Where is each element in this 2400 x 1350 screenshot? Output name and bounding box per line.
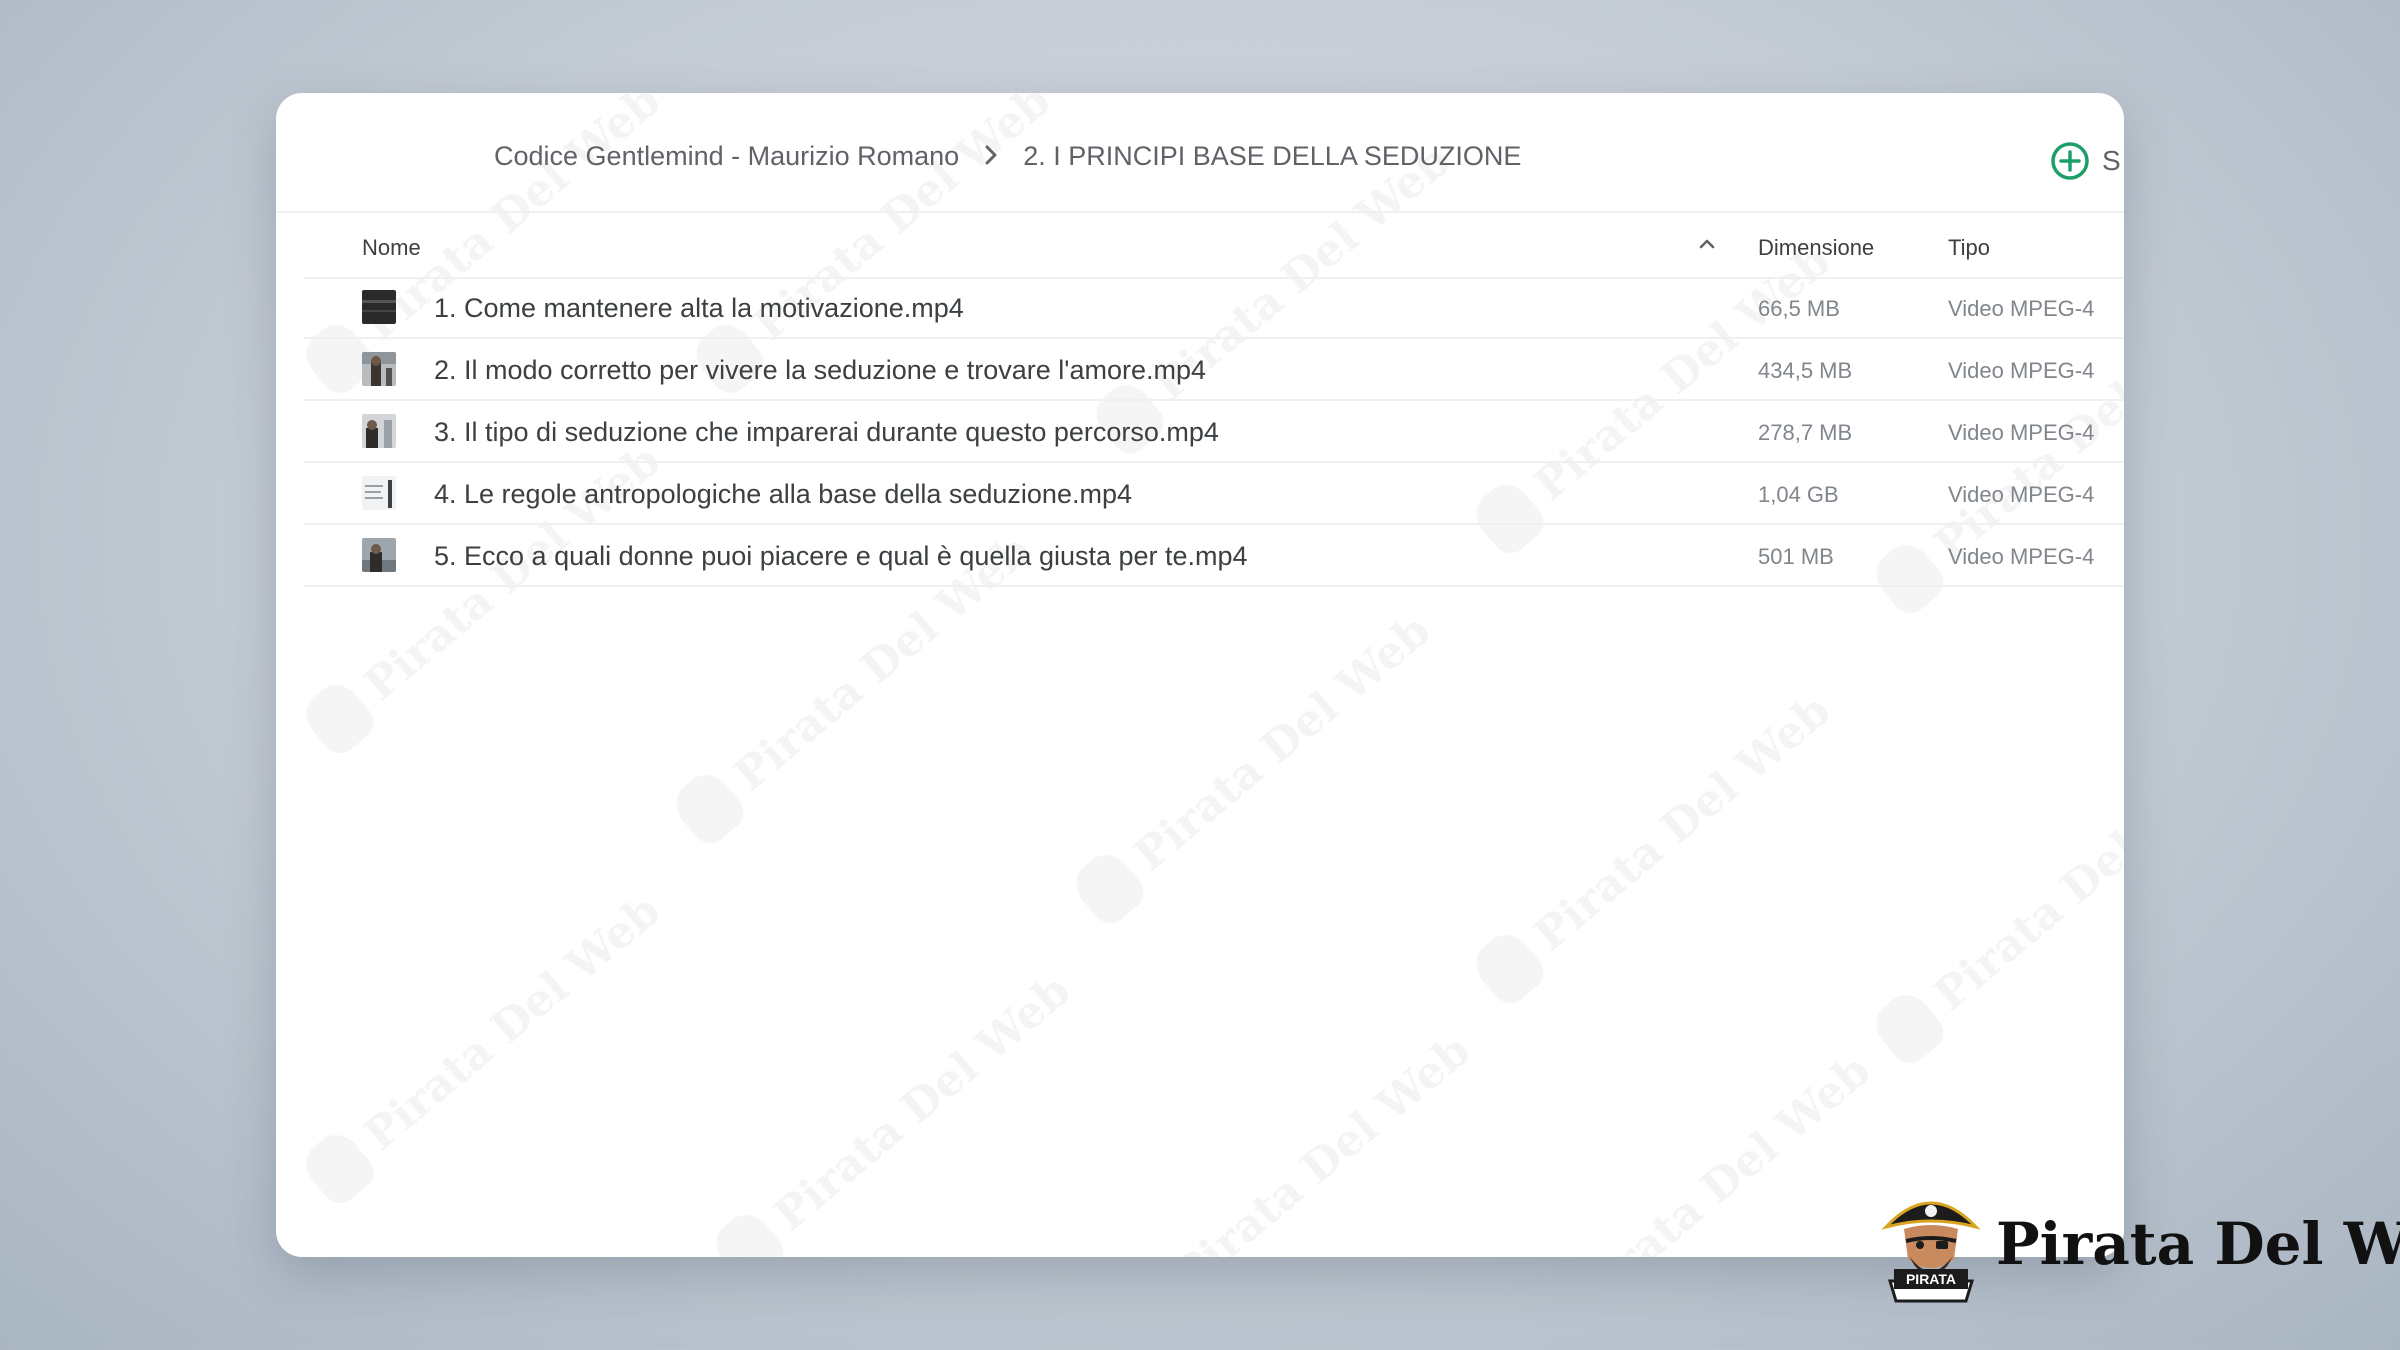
watermark: Pirata Del Web — [1066, 600, 1444, 931]
breadcrumb-item-course[interactable]: Codice Gentlemind - Maurizio Romano — [494, 141, 959, 172]
table-row[interactable]: 2. Il modo corretto per vivere la seduzi… — [304, 339, 2124, 401]
video-thumbnail-icon — [362, 352, 396, 386]
video-thumbnail-icon — [362, 538, 396, 572]
table-row[interactable]: 4. Le regole antropologiche alla base de… — [304, 463, 2124, 525]
watermark: Pirata Del Web — [1866, 740, 2124, 1071]
file-name: 1. Come mantenere alta la motivazione.mp… — [434, 293, 964, 323]
table-row[interactable]: 3. Il tipo di seduzione che imparerai du… — [304, 401, 2124, 463]
watermark: Pirata Del Web — [1507, 1040, 1884, 1257]
header-bar: Codice Gentlemind - Maurizio Romano 2. I… — [276, 93, 2124, 213]
add-button-label: S — [2102, 145, 2121, 176]
table-row[interactable]: 5. Ecco a quali donne puoi piacere e qua… — [304, 525, 2124, 587]
file-type: Video MPEG-4 — [1948, 482, 2095, 507]
logo-badge-text: PIRATA — [1906, 1271, 1956, 1287]
chevron-right-icon — [983, 143, 999, 171]
watermark: Pirata Del Web — [706, 960, 1084, 1257]
watermark: Pirata Del Web — [296, 880, 674, 1211]
file-size: 278,7 MB — [1758, 420, 1853, 445]
file-name: 3. Il tipo di seduzione che imparerai du… — [434, 417, 1219, 447]
breadcrumb-item-current-folder[interactable]: 2. I PRINCIPI BASE DELLA SEDUZIONE — [1023, 141, 1521, 172]
watermark-logo-icon — [1866, 985, 1951, 1071]
file-name: 5. Ecco a quali donne puoi piacere e qua… — [434, 541, 1248, 571]
watermark: Pirata Del Web — [1466, 680, 1844, 1011]
watermark-logo-icon — [706, 1205, 791, 1257]
logo-text: Pirata Del Web — [1996, 1210, 2400, 1278]
column-header-type[interactable]: Tipo — [1948, 235, 1990, 261]
plus-circle-icon — [2051, 142, 2089, 180]
brand-logo: PIRATA Pirata Del Web — [1880, 1185, 2400, 1303]
chevron-up-icon[interactable] — [1696, 233, 1718, 255]
file-size: 434,5 MB — [1758, 358, 1853, 383]
pirate-logo-icon: PIRATA — [1881, 1201, 1981, 1303]
file-list: 1. Come mantenere alta la motivazione.mp… — [304, 277, 2124, 587]
file-type: Video MPEG-4 — [1948, 420, 2095, 445]
table-row[interactable]: 1. Come mantenere alta la motivazione.mp… — [304, 277, 2124, 339]
video-thumbnail-icon — [362, 476, 396, 510]
file-type: Video MPEG-4 — [1948, 296, 2095, 321]
file-type: Video MPEG-4 — [1948, 544, 2095, 569]
breadcrumb: Codice Gentlemind - Maurizio Romano 2. I… — [494, 141, 1521, 172]
video-thumbnail-icon — [362, 414, 396, 448]
watermark: Pirata Del Web — [1107, 1020, 1484, 1257]
file-name: 2. Il modo corretto per vivere la seduzi… — [434, 355, 1207, 385]
file-browser-window: Pirata Del Web Pirata Del Web Pirata Del… — [276, 93, 2124, 1257]
video-thumbnail-icon — [362, 290, 396, 324]
watermark-logo-icon — [296, 675, 381, 761]
table-header: Nome Dimensione Tipo — [304, 211, 2124, 279]
watermark-logo-icon — [1066, 845, 1151, 931]
file-name: 4. Le regole antropologiche alla base de… — [434, 479, 1132, 509]
file-size: 1,04 GB — [1758, 482, 1839, 507]
watermark-logo-icon — [296, 1125, 381, 1211]
watermark-logo-icon — [1466, 925, 1551, 1011]
column-header-name[interactable]: Nome — [362, 235, 421, 261]
watermark-logo-icon — [666, 765, 751, 851]
file-size: 501 MB — [1758, 544, 1834, 569]
column-header-size[interactable]: Dimensione — [1758, 235, 1874, 261]
file-type: Video MPEG-4 — [1948, 358, 2095, 383]
add-button[interactable]: S — [2050, 141, 2121, 181]
file-size: 66,5 MB — [1758, 296, 1840, 321]
